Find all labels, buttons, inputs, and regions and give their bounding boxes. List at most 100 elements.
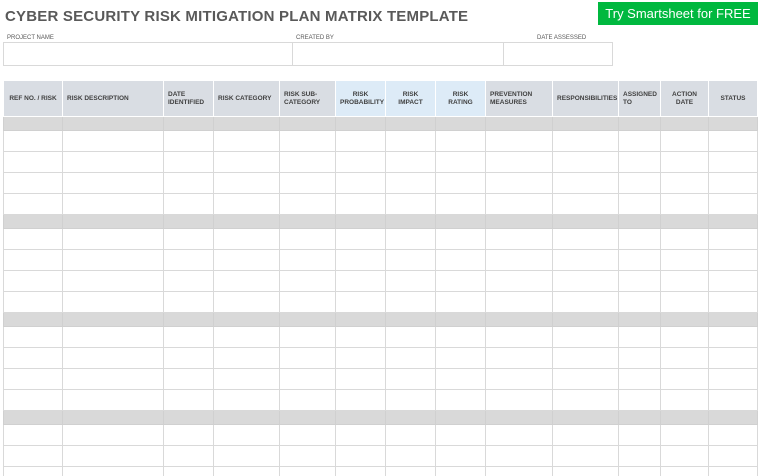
table-cell[interactable] <box>213 368 280 390</box>
table-cell[interactable] <box>708 291 758 313</box>
table-cell[interactable] <box>3 326 63 348</box>
table-cell[interactable] <box>435 368 486 390</box>
table-cell[interactable] <box>62 424 164 446</box>
table-cell[interactable] <box>708 270 758 292</box>
table-cell[interactable] <box>485 445 553 467</box>
table-cell[interactable] <box>385 347 436 369</box>
table-cell[interactable] <box>279 389 336 411</box>
table-cell[interactable] <box>163 130 214 152</box>
table-cell[interactable] <box>62 291 164 313</box>
table-cell[interactable] <box>3 445 63 467</box>
table-cell[interactable] <box>163 291 214 313</box>
table-cell[interactable] <box>335 130 386 152</box>
table-cell[interactable] <box>708 151 758 173</box>
table-cell[interactable] <box>618 389 661 411</box>
table-cell[interactable] <box>279 347 336 369</box>
table-cell[interactable] <box>485 326 553 348</box>
table-cell[interactable] <box>708 193 758 215</box>
table-cell[interactable] <box>435 249 486 271</box>
table-cell[interactable] <box>163 228 214 250</box>
table-cell[interactable] <box>485 466 553 476</box>
table-cell[interactable] <box>62 249 164 271</box>
table-cell[interactable] <box>708 172 758 194</box>
table-cell[interactable] <box>618 368 661 390</box>
table-cell[interactable] <box>163 445 214 467</box>
table-cell[interactable] <box>485 172 553 194</box>
table-cell[interactable] <box>3 172 63 194</box>
table-cell[interactable] <box>708 326 758 348</box>
table-cell[interactable] <box>213 347 280 369</box>
table-cell[interactable] <box>708 466 758 476</box>
table-cell[interactable] <box>335 151 386 173</box>
table-cell[interactable] <box>552 270 619 292</box>
table-cell[interactable] <box>3 270 63 292</box>
table-cell[interactable] <box>660 249 709 271</box>
table-cell[interactable] <box>3 151 63 173</box>
table-cell[interactable] <box>552 193 619 215</box>
table-cell[interactable] <box>435 347 486 369</box>
table-cell[interactable] <box>213 228 280 250</box>
table-cell[interactable] <box>279 151 336 173</box>
table-cell[interactable] <box>3 228 63 250</box>
table-cell[interactable] <box>552 347 619 369</box>
table-cell[interactable] <box>3 193 63 215</box>
table-cell[interactable] <box>335 249 386 271</box>
table-cell[interactable] <box>213 130 280 152</box>
table-cell[interactable] <box>279 130 336 152</box>
table-cell[interactable] <box>335 172 386 194</box>
table-cell[interactable] <box>435 466 486 476</box>
table-cell[interactable] <box>485 368 553 390</box>
table-cell[interactable] <box>385 466 436 476</box>
table-cell[interactable] <box>385 193 436 215</box>
table-cell[interactable] <box>385 130 436 152</box>
table-cell[interactable] <box>660 270 709 292</box>
table-cell[interactable] <box>552 368 619 390</box>
try-smartsheet-button[interactable]: Try Smartsheet for FREE <box>598 2 758 25</box>
table-cell[interactable] <box>279 228 336 250</box>
table-cell[interactable] <box>485 151 553 173</box>
table-cell[interactable] <box>660 466 709 476</box>
table-cell[interactable] <box>708 368 758 390</box>
table-cell[interactable] <box>618 193 661 215</box>
table-cell[interactable] <box>213 151 280 173</box>
table-cell[interactable] <box>660 172 709 194</box>
table-cell[interactable] <box>213 291 280 313</box>
table-cell[interactable] <box>279 445 336 467</box>
table-cell[interactable] <box>3 291 63 313</box>
table-cell[interactable] <box>660 445 709 467</box>
table-cell[interactable] <box>62 151 164 173</box>
table-cell[interactable] <box>485 228 553 250</box>
table-cell[interactable] <box>618 291 661 313</box>
table-cell[interactable] <box>335 445 386 467</box>
table-cell[interactable] <box>485 424 553 446</box>
table-cell[interactable] <box>213 249 280 271</box>
table-cell[interactable] <box>213 326 280 348</box>
table-cell[interactable] <box>708 249 758 271</box>
table-cell[interactable] <box>62 466 164 476</box>
table-cell[interactable] <box>279 326 336 348</box>
table-cell[interactable] <box>335 326 386 348</box>
created-by-field[interactable] <box>292 42 504 66</box>
table-cell[interactable] <box>163 424 214 446</box>
table-cell[interactable] <box>279 249 336 271</box>
table-cell[interactable] <box>213 389 280 411</box>
table-cell[interactable] <box>708 228 758 250</box>
table-cell[interactable] <box>385 228 436 250</box>
table-cell[interactable] <box>485 130 553 152</box>
table-cell[interactable] <box>435 151 486 173</box>
table-cell[interactable] <box>552 326 619 348</box>
table-cell[interactable] <box>552 424 619 446</box>
table-cell[interactable] <box>660 151 709 173</box>
table-cell[interactable] <box>163 326 214 348</box>
table-cell[interactable] <box>618 347 661 369</box>
table-cell[interactable] <box>62 193 164 215</box>
table-cell[interactable] <box>485 291 553 313</box>
table-cell[interactable] <box>435 326 486 348</box>
table-cell[interactable] <box>3 466 63 476</box>
table-cell[interactable] <box>618 151 661 173</box>
table-cell[interactable] <box>62 172 164 194</box>
table-cell[interactable] <box>335 368 386 390</box>
table-cell[interactable] <box>618 130 661 152</box>
table-cell[interactable] <box>163 172 214 194</box>
table-cell[interactable] <box>485 249 553 271</box>
